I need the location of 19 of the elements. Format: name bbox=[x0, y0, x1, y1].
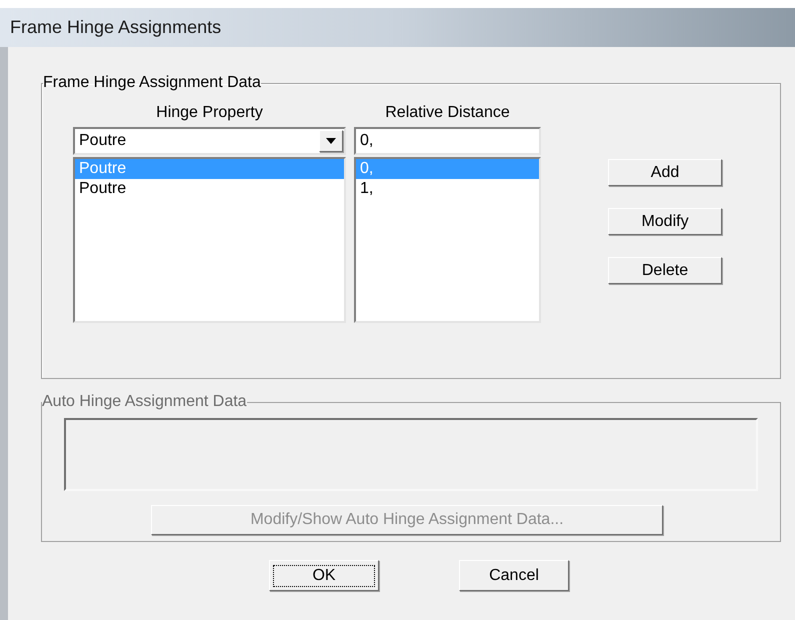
dialog-button[interactable]: Cancel bbox=[459, 560, 569, 591]
dropdown-value: Poutre bbox=[79, 131, 128, 151]
action-button[interactable]: Modify bbox=[608, 208, 722, 235]
list-item[interactable]: 1, bbox=[356, 179, 539, 199]
group-title: Frame Hinge Assignment Data bbox=[43, 73, 261, 93]
action-button[interactable]: Delete bbox=[608, 257, 722, 284]
group-title: Auto Hinge Assignment Data bbox=[42, 392, 247, 412]
caret-icon bbox=[326, 138, 336, 144]
distance-list[interactable]: 0, 1, bbox=[354, 157, 541, 323]
dialog-button[interactable]: OK bbox=[269, 560, 379, 591]
action-button[interactable]: Add bbox=[608, 159, 722, 186]
hinge-property-list[interactable]: Poutre Poutre bbox=[73, 157, 346, 323]
dropdown-arrow-button[interactable] bbox=[319, 130, 343, 152]
hinge-property-dropdown[interactable]: Poutre bbox=[73, 127, 346, 155]
column-label: Relative Distance bbox=[385, 103, 510, 123]
distance-field[interactable]: 0, bbox=[354, 127, 541, 155]
list-item[interactable]: Poutre bbox=[75, 179, 344, 199]
column-label: Hinge Property bbox=[156, 103, 263, 123]
window-title: Frame Hinge Assignments bbox=[10, 16, 222, 39]
